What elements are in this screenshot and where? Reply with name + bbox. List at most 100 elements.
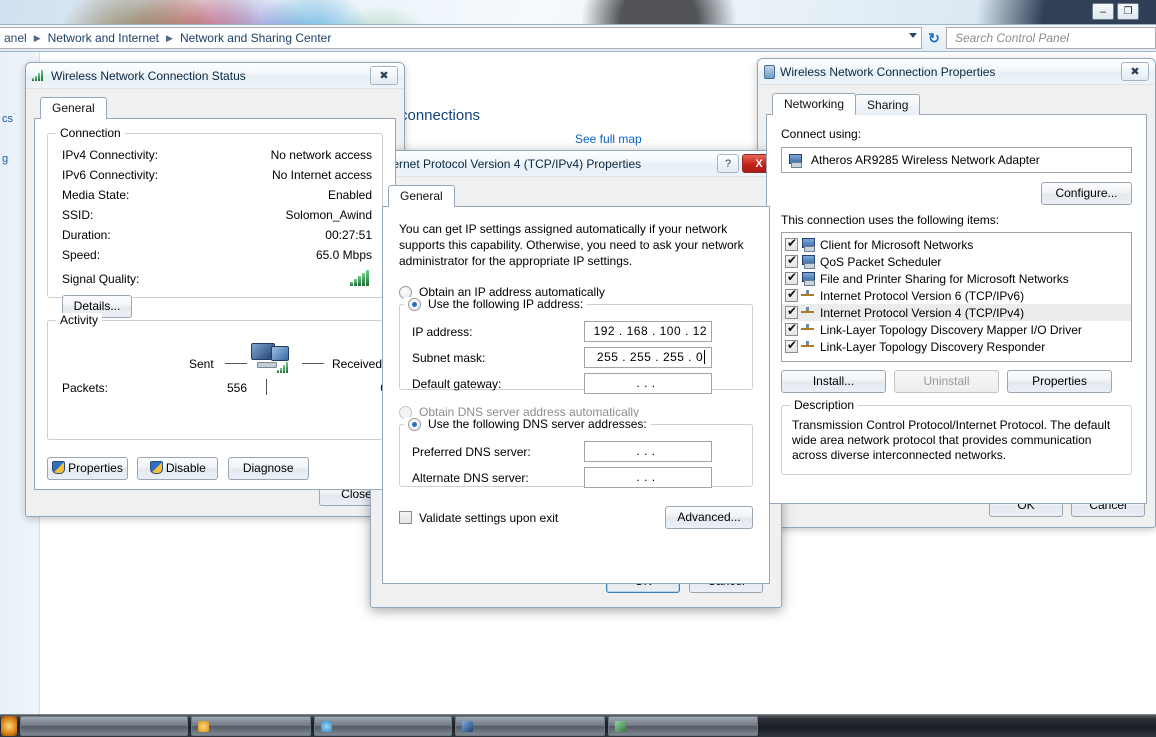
taskbar-item[interactable] (455, 716, 605, 736)
use-following-dns-label: Use the following DNS server addresses: (428, 417, 647, 431)
list-item[interactable]: File and Printer Sharing for Microsoft N… (782, 270, 1131, 287)
item-checkbox[interactable] (785, 287, 798, 302)
subnet-mask-input[interactable]: 255 . 255 . 255 . 0 (584, 347, 712, 368)
page-title: connections (400, 107, 481, 124)
list-item[interactable]: Link-Layer Topology Discovery Mapper I/O… (782, 321, 1131, 338)
list-item[interactable]: Link-Layer Topology Discovery Responder (782, 338, 1131, 355)
properties-button[interactable]: Properties (1007, 370, 1112, 393)
tab-general[interactable]: General (388, 185, 455, 207)
adapter-field[interactable]: Atheros AR9285 Wireless Network Adapter (781, 147, 1132, 173)
preferred-dns-input[interactable]: . . . (584, 441, 712, 462)
status-row: IPv6 Connectivity: No Internet access (62, 168, 372, 182)
ip-address-input[interactable]: 192 . 168 . 100 . 12 (584, 321, 712, 342)
item-checkbox[interactable] (785, 338, 798, 353)
description-group: Description Transmission Control Protoco… (781, 398, 1132, 475)
list-item[interactable]: Internet Protocol Version 6 (TCP/IPv6) (782, 287, 1131, 304)
tab-general[interactable]: General (40, 97, 107, 119)
validate-settings-label: Validate settings upon exit (419, 510, 559, 525)
signal-quality-row: Signal Quality: (62, 270, 372, 286)
item-icon (801, 272, 816, 286)
validate-settings-checkbox[interactable] (399, 511, 412, 524)
chevron-down-icon[interactable] (909, 33, 917, 38)
wireless-status-dialog: Wireless Network Connection Status ✖ Gen… (25, 62, 405, 517)
uninstall-button: Uninstall (894, 370, 999, 393)
breadcrumb-root[interactable]: anel (2, 31, 29, 45)
duration-value: 00:27:51 (325, 228, 372, 242)
adapter-name: Atheros AR9285 Wireless Network Adapter (811, 153, 1040, 167)
tab-networking[interactable]: Networking (772, 93, 857, 115)
ip-address-label: IP address: (412, 324, 473, 339)
activity-signal-icon (277, 362, 291, 373)
list-item[interactable]: QoS Packet Scheduler (782, 253, 1131, 270)
preferred-dns-row: Preferred DNS server: . . . (412, 441, 740, 462)
breadcrumb[interactable]: anel ▶ Network and Internet ▶ Network an… (0, 27, 922, 49)
sent-label: Sent (189, 357, 214, 371)
default-gateway-input[interactable]: . . . (584, 373, 712, 394)
configure-button[interactable]: Configure... (1041, 182, 1132, 205)
taskbar-item-icon (321, 720, 332, 732)
intro-text: You can get IP settings assigned automat… (399, 222, 744, 268)
ipv4-connectivity-label: IPv4 Connectivity: (62, 148, 159, 162)
tcpipv4-titlebar[interactable]: Internet Protocol Version 4 (TCP/IPv4) P… (371, 151, 781, 177)
disable-button[interactable]: Disable (137, 457, 219, 480)
item-label: Internet Protocol Version 6 (TCP/IPv6) (820, 288, 1025, 303)
received-line (302, 363, 324, 364)
use-following-ip-option[interactable]: Use the following IP address: (404, 297, 588, 311)
window-restore-button[interactable]: ❐ (1117, 3, 1139, 20)
properties-button[interactable]: Properties (47, 457, 128, 480)
close-button[interactable]: ✖ (1121, 62, 1149, 81)
see-full-map-link[interactable]: See full map (575, 132, 642, 146)
preferred-dns-label: Preferred DNS server: (412, 444, 531, 459)
properties-button-label: Properties (68, 461, 123, 475)
taskbar-item[interactable] (20, 716, 188, 736)
use-following-dns-option[interactable]: Use the following DNS server addresses: (404, 417, 651, 431)
item-checkbox[interactable] (785, 304, 798, 319)
taskbar-item[interactable] (314, 716, 452, 736)
text-caret (704, 350, 709, 364)
window-minimize-button[interactable]: – (1092, 3, 1114, 20)
tcpipv4-tabstrip: General (382, 185, 770, 207)
item-label: Link-Layer Topology Discovery Responder (820, 339, 1046, 354)
item-icon (801, 323, 816, 336)
breadcrumb-item-network-and-internet[interactable]: Network and Internet (46, 31, 161, 45)
connection-group: Connection IPv4 Connectivity: No network… (47, 126, 383, 318)
network-items-list[interactable]: Client for Microsoft Networks QoS Packet… (781, 232, 1132, 362)
item-icon (801, 306, 816, 319)
radio-use-following-ip[interactable] (408, 297, 421, 311)
adapter-icon (788, 153, 803, 168)
breadcrumb-separator-icon: ▶ (33, 32, 41, 43)
breadcrumb-separator-icon: ▶ (166, 32, 173, 43)
item-checkbox[interactable] (785, 321, 798, 336)
diagnose-button[interactable]: Diagnose (227, 457, 309, 480)
taskbar-item[interactable] (608, 716, 758, 736)
search-input[interactable]: Search Control Panel (946, 27, 1156, 49)
item-checkbox[interactable] (785, 253, 798, 268)
tab-sharing[interactable]: Sharing (855, 94, 921, 115)
close-button[interactable]: ✖ (370, 66, 398, 85)
taskbar-item[interactable] (191, 716, 311, 736)
taskbar (0, 714, 1156, 737)
packets-received-value: 0 (347, 381, 387, 395)
advanced-button[interactable]: Advanced... (665, 506, 753, 529)
install-button[interactable]: Install... (781, 370, 886, 393)
start-orb-icon[interactable] (1, 716, 17, 736)
breadcrumb-item-network-and-sharing-center[interactable]: Network and Sharing Center (178, 31, 333, 45)
alternate-dns-input[interactable]: . . . (584, 467, 712, 488)
wireless-status-title: Wireless Network Connection Status (51, 68, 246, 83)
help-button[interactable]: ? (717, 154, 739, 173)
list-item[interactable]: Client for Microsoft Networks (782, 236, 1131, 253)
speed-value: 65.0 Mbps (315, 248, 372, 262)
radio-use-following-dns[interactable] (408, 417, 421, 431)
item-checkbox[interactable] (785, 270, 798, 285)
list-item-selected[interactable]: Internet Protocol Version 4 (TCP/IPv4) (782, 304, 1131, 321)
item-checkbox[interactable] (785, 236, 798, 251)
alternate-dns-row: Alternate DNS server: . . . (412, 467, 740, 488)
restore-icon: ❐ (1123, 6, 1133, 17)
ipv6-connectivity-label: IPv6 Connectivity: (62, 168, 159, 182)
activity-divider (266, 379, 267, 395)
wireless-properties-titlebar[interactable]: Wireless Network Connection Properties ✖ (758, 59, 1155, 85)
network-adapter-icon (764, 64, 775, 79)
wireless-status-titlebar[interactable]: Wireless Network Connection Status ✖ (26, 63, 404, 89)
wifi-signal-icon (32, 70, 46, 81)
refresh-icon[interactable]: ↻ (922, 30, 946, 47)
